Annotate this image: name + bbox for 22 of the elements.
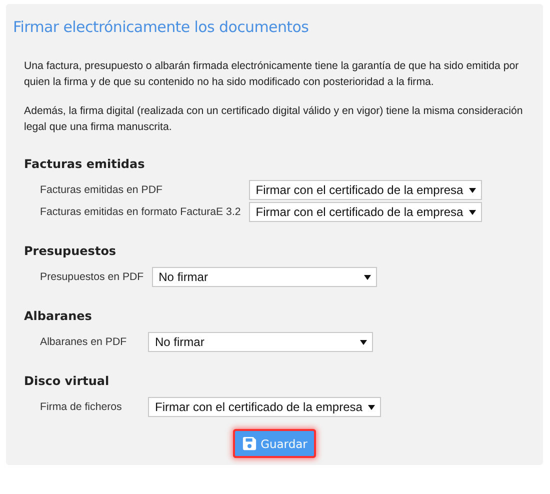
caret-icon [364, 274, 371, 280]
section-heading: Presupuestos [24, 244, 118, 258]
dropdown[interactable]: No firmar [152, 267, 377, 287]
field-label: Albaranes en PDF [40, 336, 128, 348]
dropdown[interactable]: Firmar con el certificado de la empresa [248, 202, 482, 222]
field-label: Firma de ficheros [40, 401, 123, 413]
dropdown[interactable]: Firmar con el certificado de la empresa [148, 397, 382, 417]
section-heading: Disco virtual [24, 374, 110, 388]
field-label: Facturas emitidas en PDF [40, 184, 164, 196]
description-paragraph: Una factura, presupuesto o albarán firmada electrónicamente tiene la garantía de que ha sido emitida por quien la firma y de que su contenido no ha sido modificado con posterioridad a la firma. [24, 59, 520, 90]
caret-icon [368, 404, 376, 410]
section-heading: Albaranes [24, 309, 93, 323]
field-label: Facturas emitidas en formato FacturaE 3.2 [40, 206, 241, 218]
field-label: Presupuestos en PDF [40, 271, 144, 283]
caret-icon [469, 188, 476, 192]
page-title: Firmar electrónicamente los documentos [13, 18, 310, 36]
description-paragraph: Además, la firma digital (realizada con un certificado digital válido y en vigor) tiene la misma consideración legal que una firma manuscrita. [24, 104, 524, 135]
dropdown[interactable]: No firmar [148, 332, 373, 352]
caret-icon [469, 210, 476, 214]
caret-icon [360, 340, 367, 344]
section-heading: Facturas emitidas [24, 157, 146, 171]
dropdown[interactable]: Firmar con el certificado de la empresa [248, 180, 482, 200]
